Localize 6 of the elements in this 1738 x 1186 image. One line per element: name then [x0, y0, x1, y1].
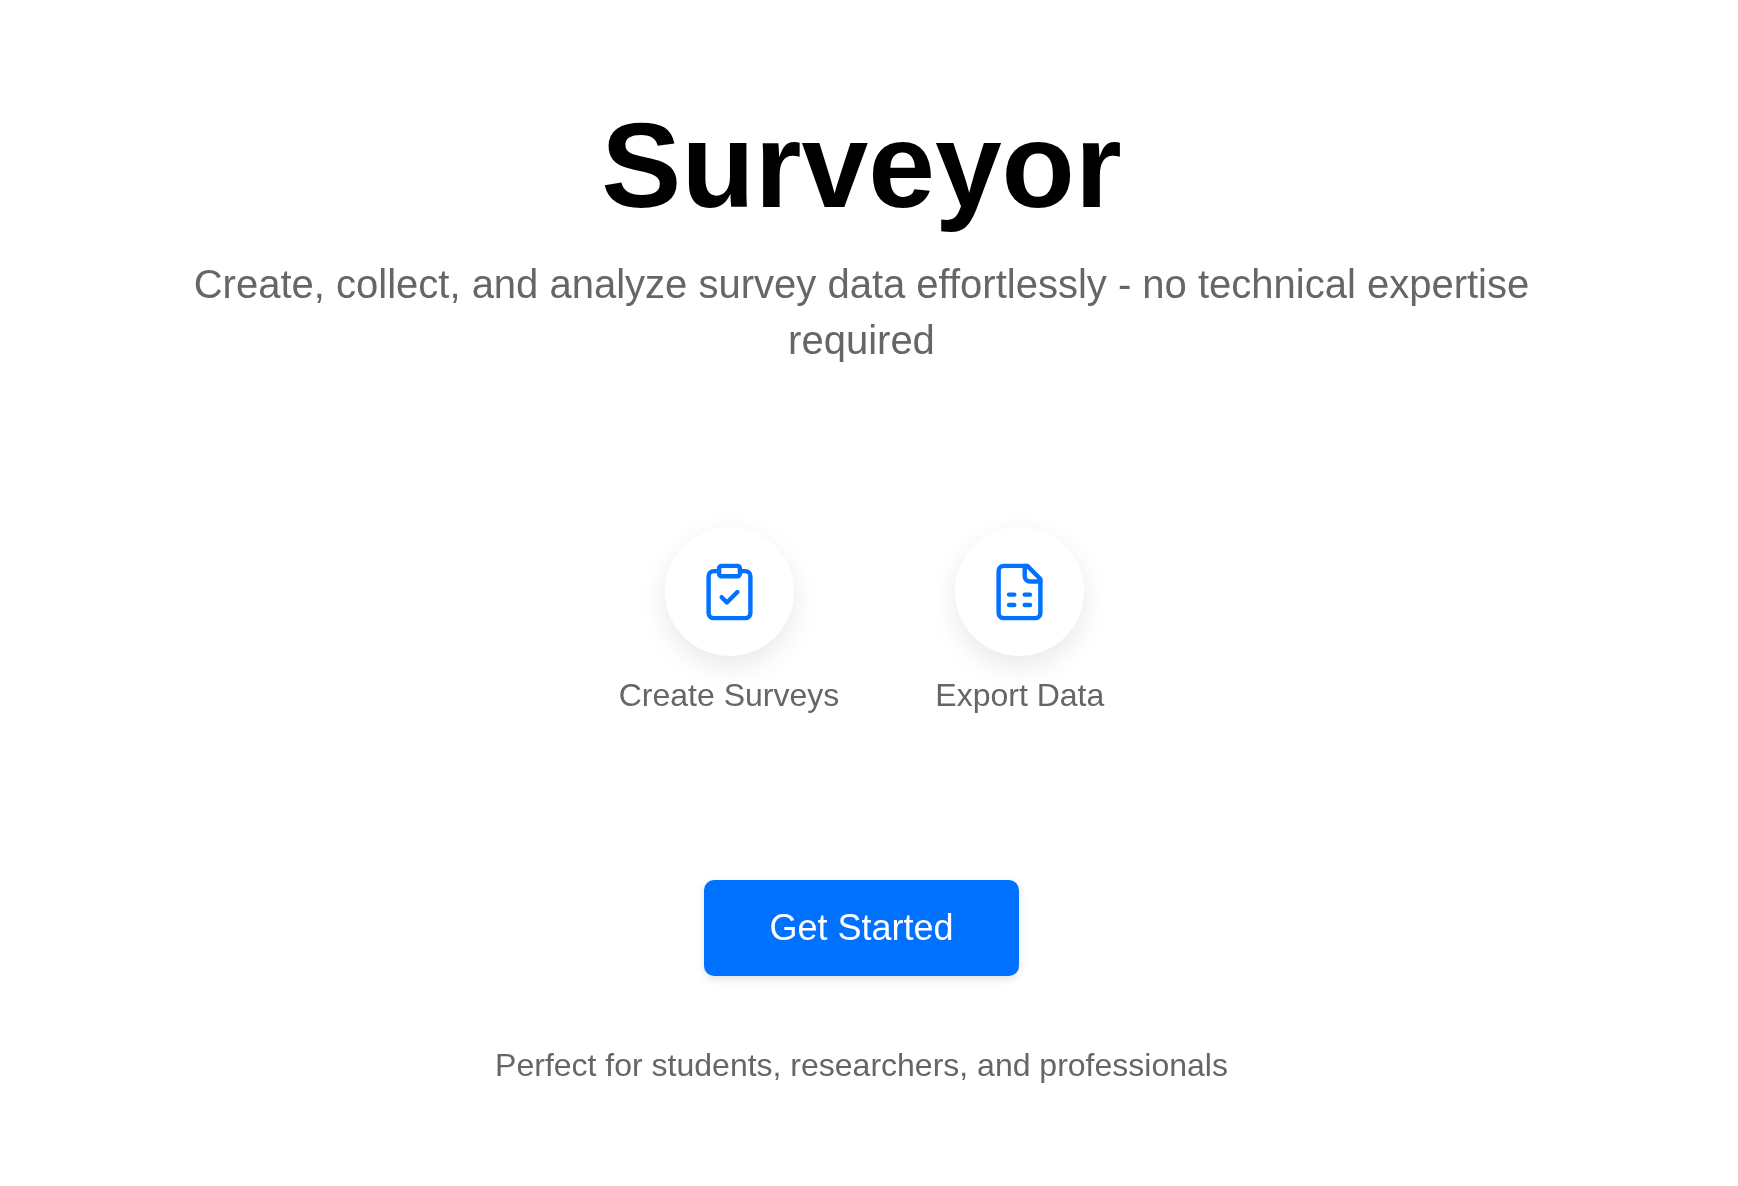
feature-label: Export Data	[935, 677, 1105, 714]
tagline-text: Create, collect, and analyze survey data effortlessly - no technical expertise required	[192, 261, 1531, 364]
feature-label: Create Surveys	[618, 677, 840, 714]
app-title: Surveyor	[601, 97, 1122, 234]
get-started-button[interactable]: Get Started	[704, 880, 1019, 976]
audience-note: Perfect for students, researchers, and professionals	[495, 1047, 1228, 1084]
